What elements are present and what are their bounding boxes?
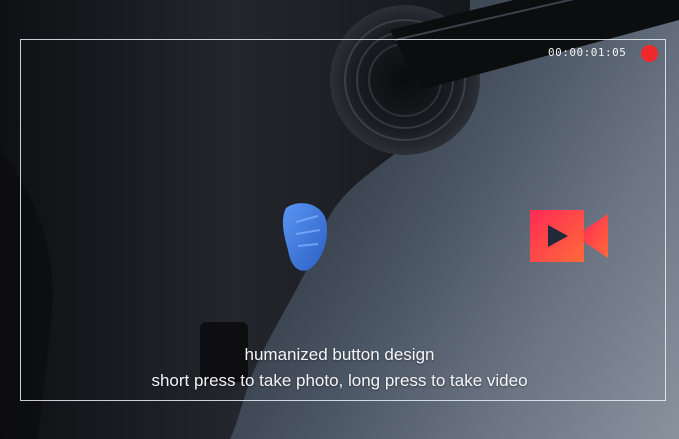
recording-indicator-dot — [641, 45, 658, 62]
video-camera-icon — [530, 210, 608, 262]
caption-subtitle: short press to take photo, long press to… — [151, 371, 528, 390]
caption-title: humanized button design — [244, 345, 435, 364]
product-video-frame: 00:00:01:05 humanized button design shor… — [0, 0, 679, 439]
recording-timer: 00:00:01:05 — [548, 46, 627, 59]
